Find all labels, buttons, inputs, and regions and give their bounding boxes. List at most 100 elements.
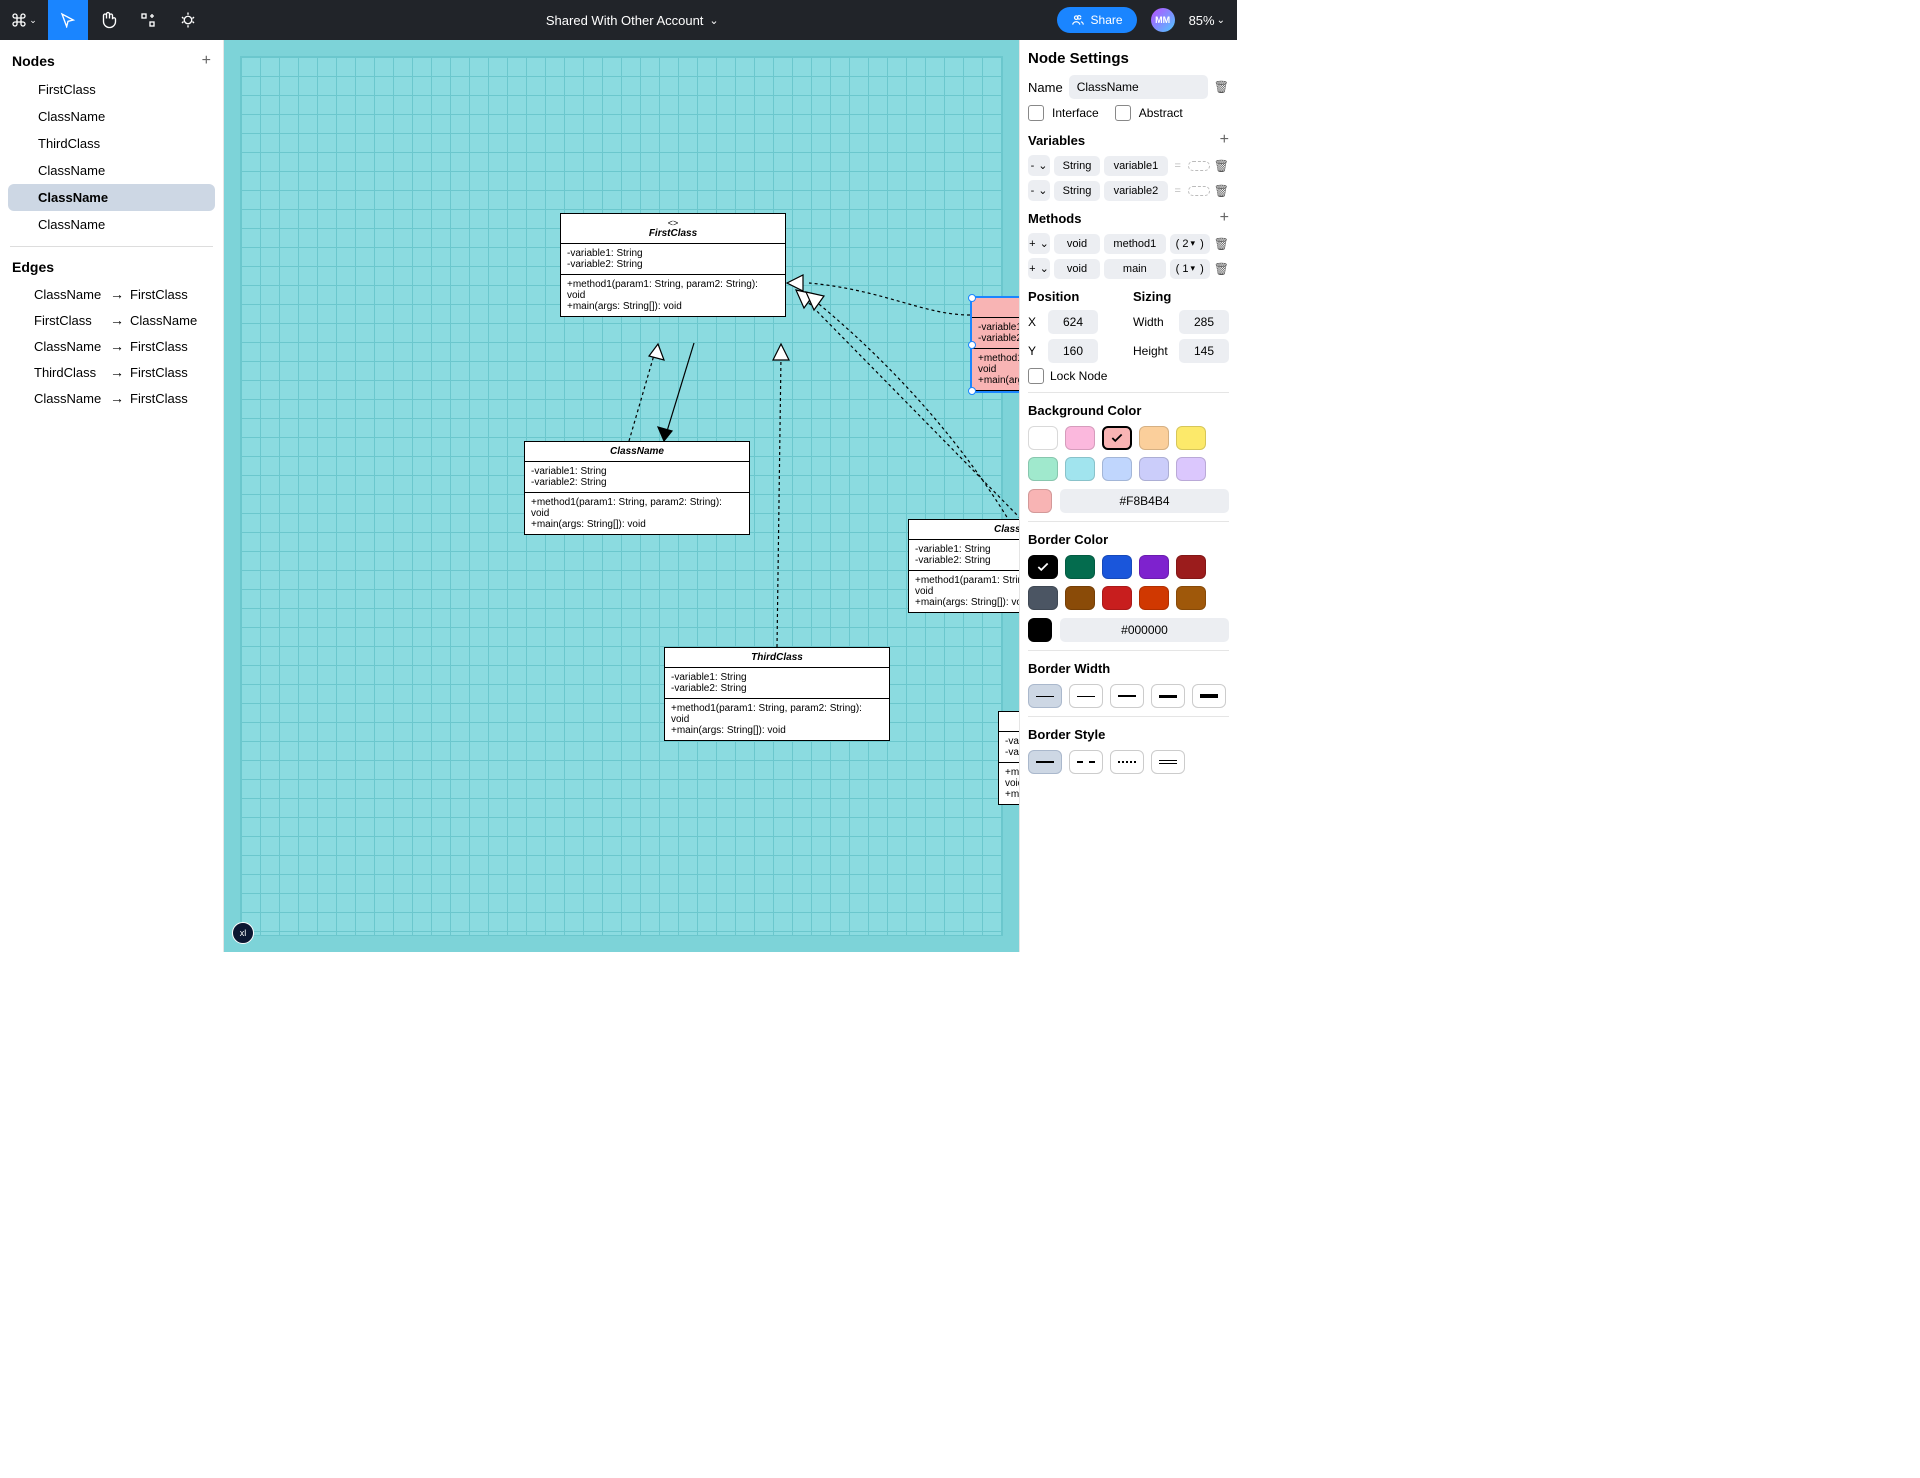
width-input[interactable] — [1179, 310, 1229, 334]
add-method-button[interactable]: + — [1220, 209, 1229, 227]
border-style-solid[interactable] — [1028, 750, 1062, 774]
chevron-down-icon[interactable]: ⌄ — [709, 14, 718, 27]
resize-handle[interactable] — [968, 341, 976, 349]
color-swatch[interactable] — [1176, 555, 1206, 579]
abstract-checkbox[interactable] — [1115, 105, 1131, 121]
color-swatch[interactable] — [1139, 555, 1169, 579]
color-swatch[interactable] — [1065, 586, 1095, 610]
node-list-item[interactable]: ClassName — [8, 211, 215, 238]
uml-node[interactable]: ClassName-variable1: String-variable2: S… — [998, 711, 1019, 805]
uml-node[interactable]: ClassName-variable1: String-variable2: S… — [970, 296, 1019, 393]
border-width-2[interactable] — [1069, 684, 1103, 708]
border-style-double[interactable] — [1151, 750, 1185, 774]
color-swatch[interactable] — [1176, 586, 1206, 610]
border-width-1[interactable] — [1028, 684, 1062, 708]
share-button[interactable]: Share — [1057, 7, 1137, 33]
y-input[interactable] — [1048, 339, 1098, 363]
color-swatch[interactable] — [1102, 586, 1132, 610]
type-input[interactable]: String — [1054, 181, 1100, 201]
delete-variable-button[interactable] — [1214, 184, 1229, 198]
xl-badge[interactable]: xl — [232, 922, 254, 944]
visibility-select[interactable]: + — [1028, 233, 1050, 254]
color-swatch[interactable] — [1176, 457, 1206, 481]
delete-method-button[interactable] — [1214, 262, 1229, 276]
color-swatch[interactable] — [1028, 555, 1058, 579]
abstract-label: Abstract — [1139, 106, 1183, 120]
type-input[interactable]: String — [1054, 156, 1100, 176]
document-title[interactable]: Shared With Other Account — [546, 13, 704, 28]
color-swatch[interactable] — [1028, 426, 1058, 450]
uml-node[interactable]: ClassName-variable1: String-variable2: S… — [908, 519, 1019, 613]
color-swatch[interactable] — [1065, 426, 1095, 450]
add-variable-button[interactable]: + — [1220, 131, 1229, 149]
visibility-select[interactable]: + — [1028, 258, 1050, 279]
uml-node[interactable]: ThirdClass-variable1: String-variable2: … — [664, 647, 890, 741]
node-list-item[interactable]: FirstClass — [8, 76, 215, 103]
border-width-4[interactable] — [1151, 684, 1185, 708]
default-value-input[interactable] — [1188, 161, 1210, 171]
node-list-item[interactable]: ClassName — [8, 157, 215, 184]
edge-list-item[interactable]: ClassName→FirstClass — [4, 385, 219, 411]
color-swatch[interactable] — [1065, 457, 1095, 481]
border-style-dashed[interactable] — [1069, 750, 1103, 774]
variables-header: Variables — [1028, 133, 1085, 148]
visibility-select[interactable]: - — [1028, 180, 1050, 201]
position-header: Position — [1028, 289, 1119, 304]
border-width-5[interactable] — [1192, 684, 1226, 708]
color-swatch[interactable] — [1028, 457, 1058, 481]
color-swatch[interactable] — [1139, 586, 1169, 610]
params-count[interactable]: ( 2▾ ) — [1170, 234, 1210, 254]
return-type-input[interactable]: void — [1054, 234, 1100, 254]
border-style-dotted[interactable] — [1110, 750, 1144, 774]
uml-node[interactable]: ClassName-variable1: String-variable2: S… — [524, 441, 750, 535]
color-swatch[interactable] — [1102, 457, 1132, 481]
color-swatch[interactable] — [1102, 555, 1132, 579]
method-name-input[interactable]: method1 — [1104, 234, 1166, 254]
pointer-tool-button[interactable] — [48, 0, 88, 40]
var-name-input[interactable]: variable2 — [1104, 181, 1168, 201]
height-input[interactable] — [1179, 339, 1229, 363]
var-name-input[interactable]: variable1 — [1104, 156, 1168, 176]
resize-handle[interactable] — [968, 294, 976, 302]
add-node-tool-button[interactable] — [128, 0, 168, 40]
delete-method-button[interactable] — [1214, 237, 1229, 251]
name-input[interactable] — [1069, 75, 1208, 99]
method-name-input[interactable]: main — [1104, 259, 1166, 279]
edge-list-item[interactable]: ClassName→FirstClass — [4, 333, 219, 359]
debug-tool-button[interactable] — [168, 0, 208, 40]
uml-node[interactable]: <>FirstClass-variable1: String-variable2… — [560, 213, 786, 317]
color-swatch[interactable] — [1028, 586, 1058, 610]
x-input[interactable] — [1048, 310, 1098, 334]
color-swatch[interactable] — [1176, 426, 1206, 450]
edge-list-item[interactable]: FirstClass→ClassName — [4, 307, 219, 333]
color-swatch[interactable] — [1102, 426, 1132, 450]
color-swatch[interactable] — [1139, 426, 1169, 450]
default-value-input[interactable] — [1188, 186, 1210, 196]
command-menu-button[interactable]: ⌄ — [0, 0, 48, 40]
interface-checkbox[interactable] — [1028, 105, 1044, 121]
return-type-input[interactable]: void — [1054, 259, 1100, 279]
border-width-3[interactable] — [1110, 684, 1144, 708]
delete-node-button[interactable] — [1214, 80, 1229, 94]
color-swatch[interactable] — [1139, 457, 1169, 481]
resize-handle[interactable] — [968, 387, 976, 395]
node-list-item[interactable]: ThirdClass — [8, 130, 215, 157]
border-style-options — [1028, 750, 1229, 774]
bg-color-hex[interactable]: #F8B4B4 — [1060, 489, 1229, 513]
user-avatar[interactable]: MM — [1151, 8, 1175, 32]
edge-list-item[interactable]: ThirdClass→FirstClass — [4, 359, 219, 385]
canvas[interactable]: <>FirstClass-variable1: String-variable2… — [224, 40, 1019, 952]
color-swatch[interactable] — [1065, 555, 1095, 579]
border-style-header: Border Style — [1028, 716, 1229, 750]
edge-list-item[interactable]: ClassName→FirstClass — [4, 281, 219, 307]
node-list-item[interactable]: ClassName — [8, 103, 215, 130]
border-color-hex[interactable]: #000000 — [1060, 618, 1229, 642]
params-count[interactable]: ( 1▾ ) — [1170, 259, 1210, 279]
zoom-level[interactable]: 85%⌄ — [1189, 13, 1225, 28]
delete-variable-button[interactable] — [1214, 159, 1229, 173]
pan-tool-button[interactable] — [88, 0, 128, 40]
add-node-button[interactable]: + — [202, 52, 211, 70]
node-list-item[interactable]: ClassName — [8, 184, 215, 211]
lock-node-checkbox[interactable] — [1028, 368, 1044, 384]
visibility-select[interactable]: - — [1028, 155, 1050, 176]
